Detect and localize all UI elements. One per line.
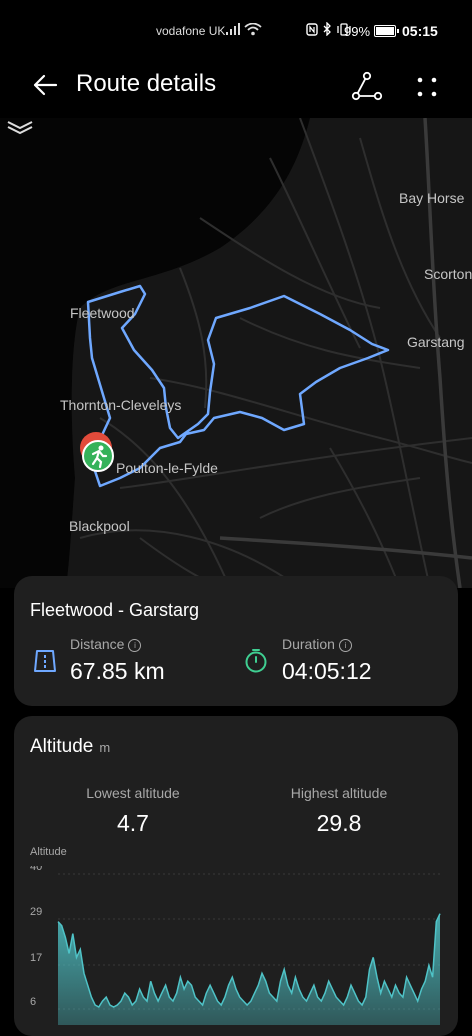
- duration-label: Duration i: [282, 636, 352, 652]
- map-label-fleetwood: Fleetwood: [70, 305, 135, 321]
- chart-y-tick-label: 6: [30, 996, 36, 1008]
- battery-percent: 99%: [344, 24, 371, 39]
- altitude-chart[interactable]: 40 29 17 6: [28, 866, 444, 1026]
- map-label-scorton: Scorton: [424, 266, 472, 282]
- chart-y-tick-label: 17: [30, 952, 42, 964]
- altitude-card: Altitude m Lowest altitude 4.7 Highest al…: [14, 716, 458, 1036]
- map-layers-icon[interactable]: [0, 118, 40, 140]
- start-marker-icon: [80, 432, 114, 472]
- status-icons: [226, 22, 352, 36]
- route-summary-card: Fleetwood - Garstarg Distance i 67.85 km …: [14, 576, 458, 706]
- duration-info-icon[interactable]: i: [338, 639, 352, 652]
- more-options-icon[interactable]: [410, 70, 444, 104]
- highest-altitude-value: 29.8: [316, 810, 362, 836]
- stopwatch-icon: [245, 649, 267, 673]
- battery-icon: [374, 25, 399, 37]
- distance-icon: [34, 650, 56, 672]
- distance-info-icon[interactable]: i: [128, 639, 142, 652]
- carrier-label: vodafone UK: [156, 24, 226, 38]
- altitude-title: Altitude m: [30, 736, 111, 757]
- chart-y-tick-label: 40: [30, 866, 42, 873]
- distance-value: 67.85 km: [70, 658, 165, 684]
- bluetooth-icon: [323, 22, 331, 36]
- distance-label: Distance i: [70, 636, 142, 652]
- page-title: Route details: [76, 70, 217, 97]
- app-bar: Route details: [0, 64, 472, 120]
- altitude-area: [58, 913, 440, 1025]
- highest-altitude-label: Highest altitude: [290, 785, 388, 801]
- route-map[interactable]: Bay Horse Scorton Fleetwood Garstang Tho…: [0, 118, 472, 588]
- map-label-blackpool: Blackpool: [69, 518, 130, 534]
- duration-value: 04:05:12: [282, 658, 372, 684]
- map-label-bay-horse: Bay Horse: [399, 190, 465, 206]
- status-bar: vodafone UK 99% 05:15: [0, 0, 472, 64]
- wifi-icon: [244, 22, 262, 35]
- map-label-poulton: Poulton-le-Fylde: [116, 460, 218, 476]
- map-label-thornton: Thornton-Cleveleys: [60, 397, 182, 413]
- lowest-altitude-value: 4.7: [117, 810, 149, 836]
- route-name: Fleetwood - Garstarg: [30, 600, 200, 620]
- chart-y-tick-label: 29: [30, 906, 42, 918]
- nfc-icon: [306, 22, 318, 36]
- back-arrow-icon[interactable]: [30, 70, 60, 100]
- signal-icon: [226, 23, 240, 35]
- lowest-altitude-label: Lowest altitude: [86, 785, 180, 801]
- altitude-unit: m: [99, 740, 111, 755]
- map-label-garstang: Garstang: [407, 334, 465, 350]
- route-share-icon[interactable]: [350, 70, 384, 104]
- clock: 05:15: [402, 23, 438, 39]
- chart-y-axis-title: Altitude: [30, 846, 67, 858]
